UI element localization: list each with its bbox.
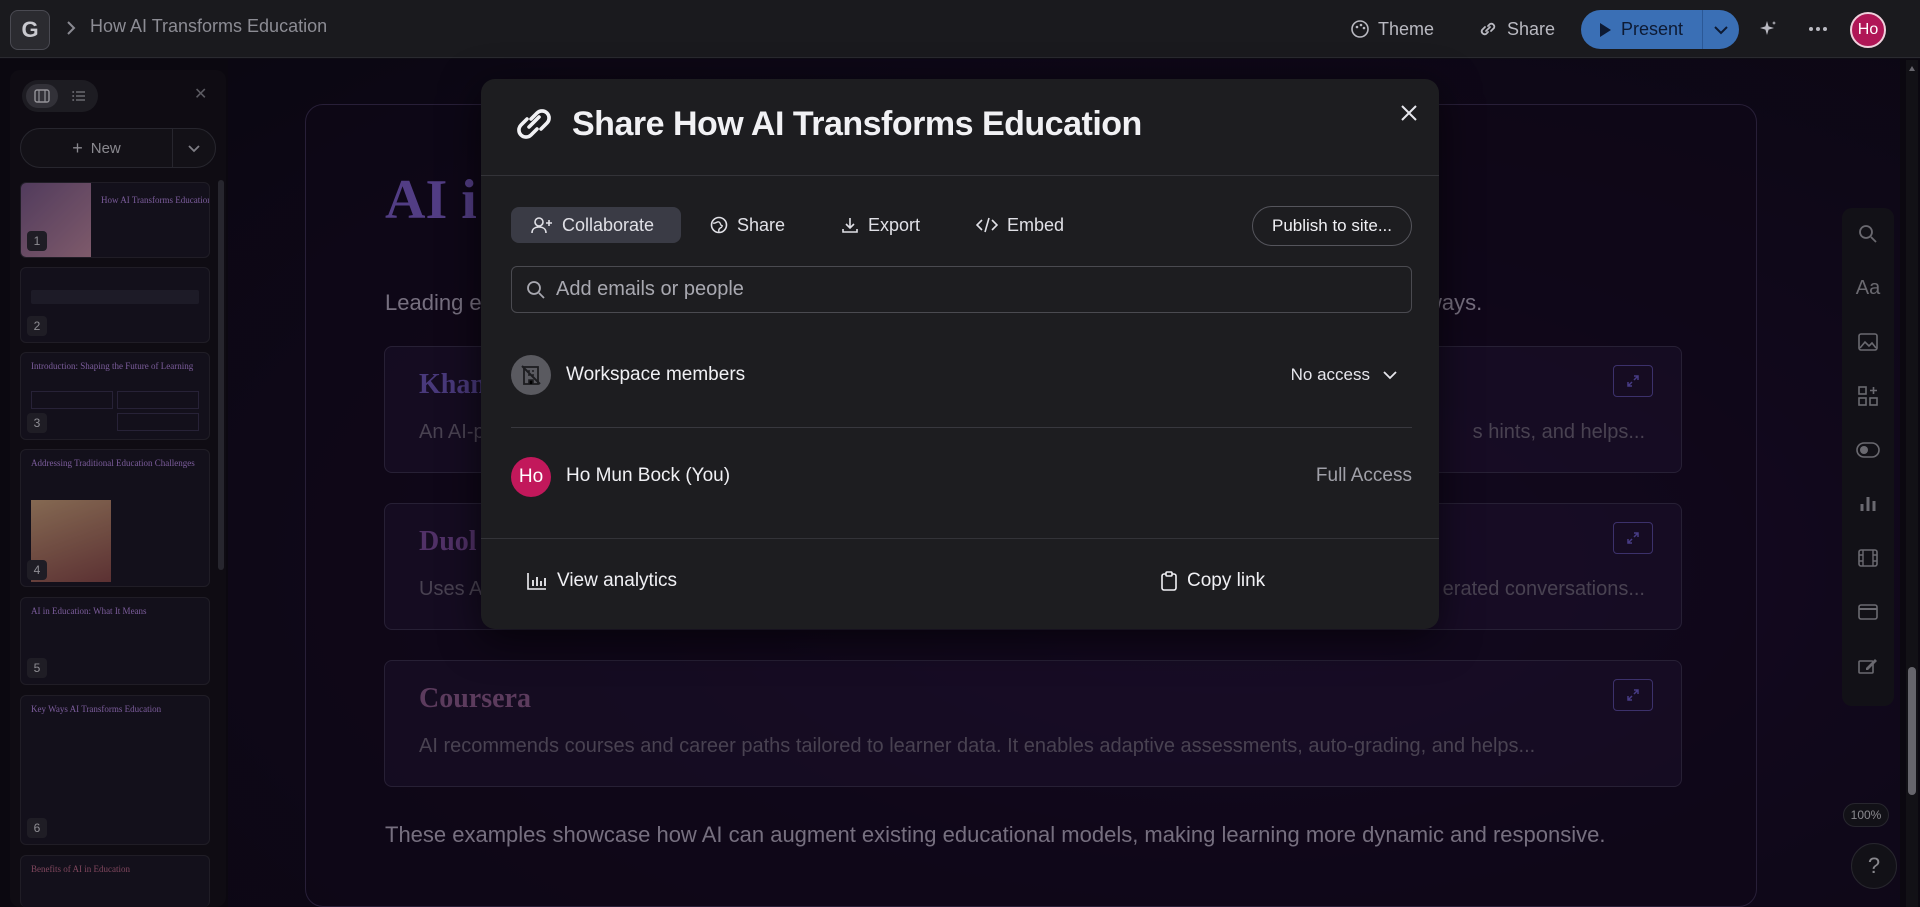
building-lock-icon <box>511 355 551 395</box>
copy-link-label: Copy link <box>1187 570 1266 591</box>
dialog-title: Share How AI Transforms Education <box>572 105 1142 143</box>
theme-button[interactable]: Theme <box>1350 14 1434 44</box>
close-icon[interactable] <box>1395 99 1423 127</box>
copy-link-button[interactable]: Copy link <box>1161 563 1265 599</box>
present-dropdown[interactable] <box>1703 25 1739 35</box>
owner-name: Ho Mun Bock (You) <box>566 465 731 486</box>
breadcrumb-doc-title[interactable]: How AI Transforms Education <box>90 16 327 37</box>
tab-label: Share <box>737 214 786 235</box>
code-icon <box>976 216 998 234</box>
chevron-right-icon <box>64 19 78 37</box>
analytics-icon <box>527 572 547 590</box>
tab-share[interactable]: Share <box>690 207 805 243</box>
share-label: Share <box>1507 18 1556 39</box>
search-icon <box>526 280 546 300</box>
workspace-members-label: Workspace members <box>566 364 746 385</box>
divider <box>481 175 1439 176</box>
share-button[interactable]: Share <box>1477 14 1555 44</box>
view-analytics-button[interactable]: View analytics <box>527 563 677 599</box>
add-people-field[interactable] <box>511 266 1412 313</box>
present-main[interactable]: Present <box>1581 10 1703 49</box>
workspace-members-row: Workspace members No access <box>511 355 1412 395</box>
owner-row: Ho Ho Mun Bock (You) Full Access <box>511 457 1412 497</box>
link-icon <box>511 105 557 143</box>
workspace-access-select[interactable]: No access <box>1291 360 1398 390</box>
view-analytics-label: View analytics <box>557 570 678 591</box>
palette-icon <box>1350 19 1370 39</box>
download-icon <box>841 216 859 234</box>
chevron-down-icon <box>1382 370 1398 380</box>
chevron-down-icon <box>1713 25 1729 35</box>
publish-to-site-button[interactable]: Publish to site... <box>1252 206 1412 246</box>
app-logo[interactable]: G <box>10 10 50 50</box>
theme-label: Theme <box>1378 18 1435 39</box>
link-icon <box>1477 19 1499 39</box>
more-options-button[interactable] <box>1808 14 1828 44</box>
tab-label: Embed <box>1007 214 1065 235</box>
tab-export[interactable]: Export <box>821 207 940 243</box>
globe-icon <box>710 216 728 234</box>
present-label: Present <box>1621 19 1684 39</box>
access-level: No access <box>1290 365 1370 384</box>
play-icon <box>1598 22 1612 38</box>
present-button[interactable]: Present <box>1581 10 1739 49</box>
avatar: Ho <box>511 457 551 497</box>
add-user-icon <box>531 216 553 234</box>
tab-embed[interactable]: Embed <box>956 207 1084 243</box>
user-avatar[interactable]: Ho <box>1850 12 1886 48</box>
top-bar: G How AI Transforms Education Theme Shar… <box>0 0 1920 58</box>
owner-access: Full Access <box>1315 465 1412 486</box>
tab-label: Export <box>868 214 921 235</box>
more-horizontal-icon <box>1808 26 1828 32</box>
tab-label: Collaborate <box>562 214 655 235</box>
clipboard-icon <box>1161 571 1177 591</box>
share-dialog: Share How AI Transforms Education Collab… <box>481 79 1439 629</box>
add-people-input[interactable] <box>556 278 1376 301</box>
ai-sparkle-button[interactable] <box>1758 14 1778 44</box>
tab-collaborate[interactable]: Collaborate <box>511 207 681 243</box>
divider <box>481 538 1439 539</box>
sparkle-icon <box>1758 19 1778 39</box>
divider <box>511 427 1412 428</box>
